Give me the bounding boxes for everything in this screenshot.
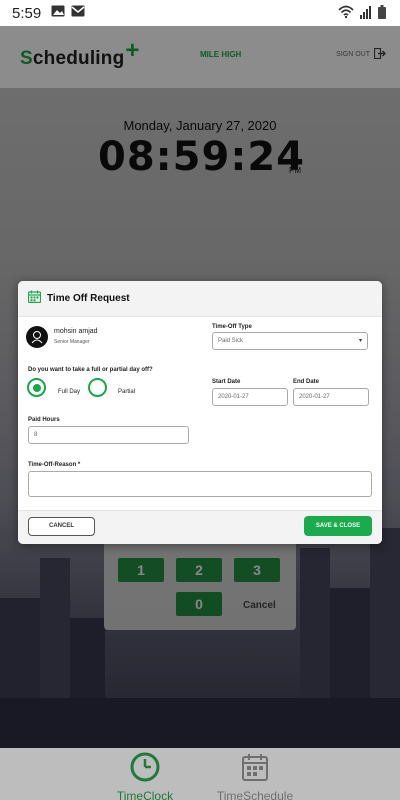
modal-title: Time Off Request: [47, 293, 130, 304]
calendar-icon: [242, 754, 268, 781]
start-date-field[interactable]: 2020-01-27: [212, 388, 288, 406]
time-off-type-select[interactable]: Paid Sick ▾: [212, 332, 368, 350]
cancel-button[interactable]: CANCEL: [28, 517, 95, 536]
end-date-label: End Date: [293, 379, 320, 385]
employee-role: Senior Manager: [54, 339, 90, 345]
tab-timeschedule-label: TimeSchedule: [216, 789, 294, 800]
full-day-radio[interactable]: [27, 378, 46, 397]
status-bar: 5:59: [0, 0, 400, 26]
start-date-label: Start Date: [212, 379, 241, 385]
chevron-down-icon: ▾: [358, 338, 362, 344]
paid-hours-field[interactable]: 8: [28, 426, 189, 444]
employee-name: mohsin amjad: [54, 328, 98, 335]
time-off-request-modal: Time Off Request mohsin amjad Senior Man…: [18, 281, 382, 544]
time-off-type-label: Time-Off Type: [212, 324, 252, 330]
time-off-reason-label: Time-Off-Reason *: [28, 462, 81, 468]
user-avatar-icon: [31, 331, 43, 344]
modal-footer: CANCEL SAVE & CLOSE: [18, 510, 382, 544]
avatar: [26, 326, 48, 348]
paid-hours-label: Paid Hours: [28, 417, 60, 423]
tab-timeclock[interactable]: TimeClock: [110, 752, 180, 800]
clock-icon: [130, 752, 160, 782]
status-time: 5:59: [12, 4, 42, 22]
full-day-label: Full Day: [58, 389, 81, 395]
calendar-icon: [27, 290, 42, 308]
mail-icon: [71, 4, 85, 22]
partial-radio[interactable]: [88, 378, 107, 397]
time-off-reason-input[interactable]: [28, 471, 372, 497]
day-type-question: Do you want to take a full or partial da…: [28, 367, 153, 373]
battery-icon: [378, 5, 386, 24]
tab-timeschedule[interactable]: TimeSchedule: [210, 752, 300, 800]
end-date-field[interactable]: 2020-01-27: [293, 388, 369, 406]
partial-label: Partial: [118, 389, 136, 395]
image-icon: [51, 4, 65, 22]
signal-icon: [360, 5, 372, 24]
modal-header: Time Off Request: [18, 281, 382, 317]
tab-timeclock-label: TimeClock: [116, 789, 174, 800]
save-close-button[interactable]: SAVE & CLOSE: [304, 516, 372, 536]
bottom-nav: TimeClock TimeSchedule: [0, 748, 400, 800]
wifi-icon: [338, 5, 354, 24]
